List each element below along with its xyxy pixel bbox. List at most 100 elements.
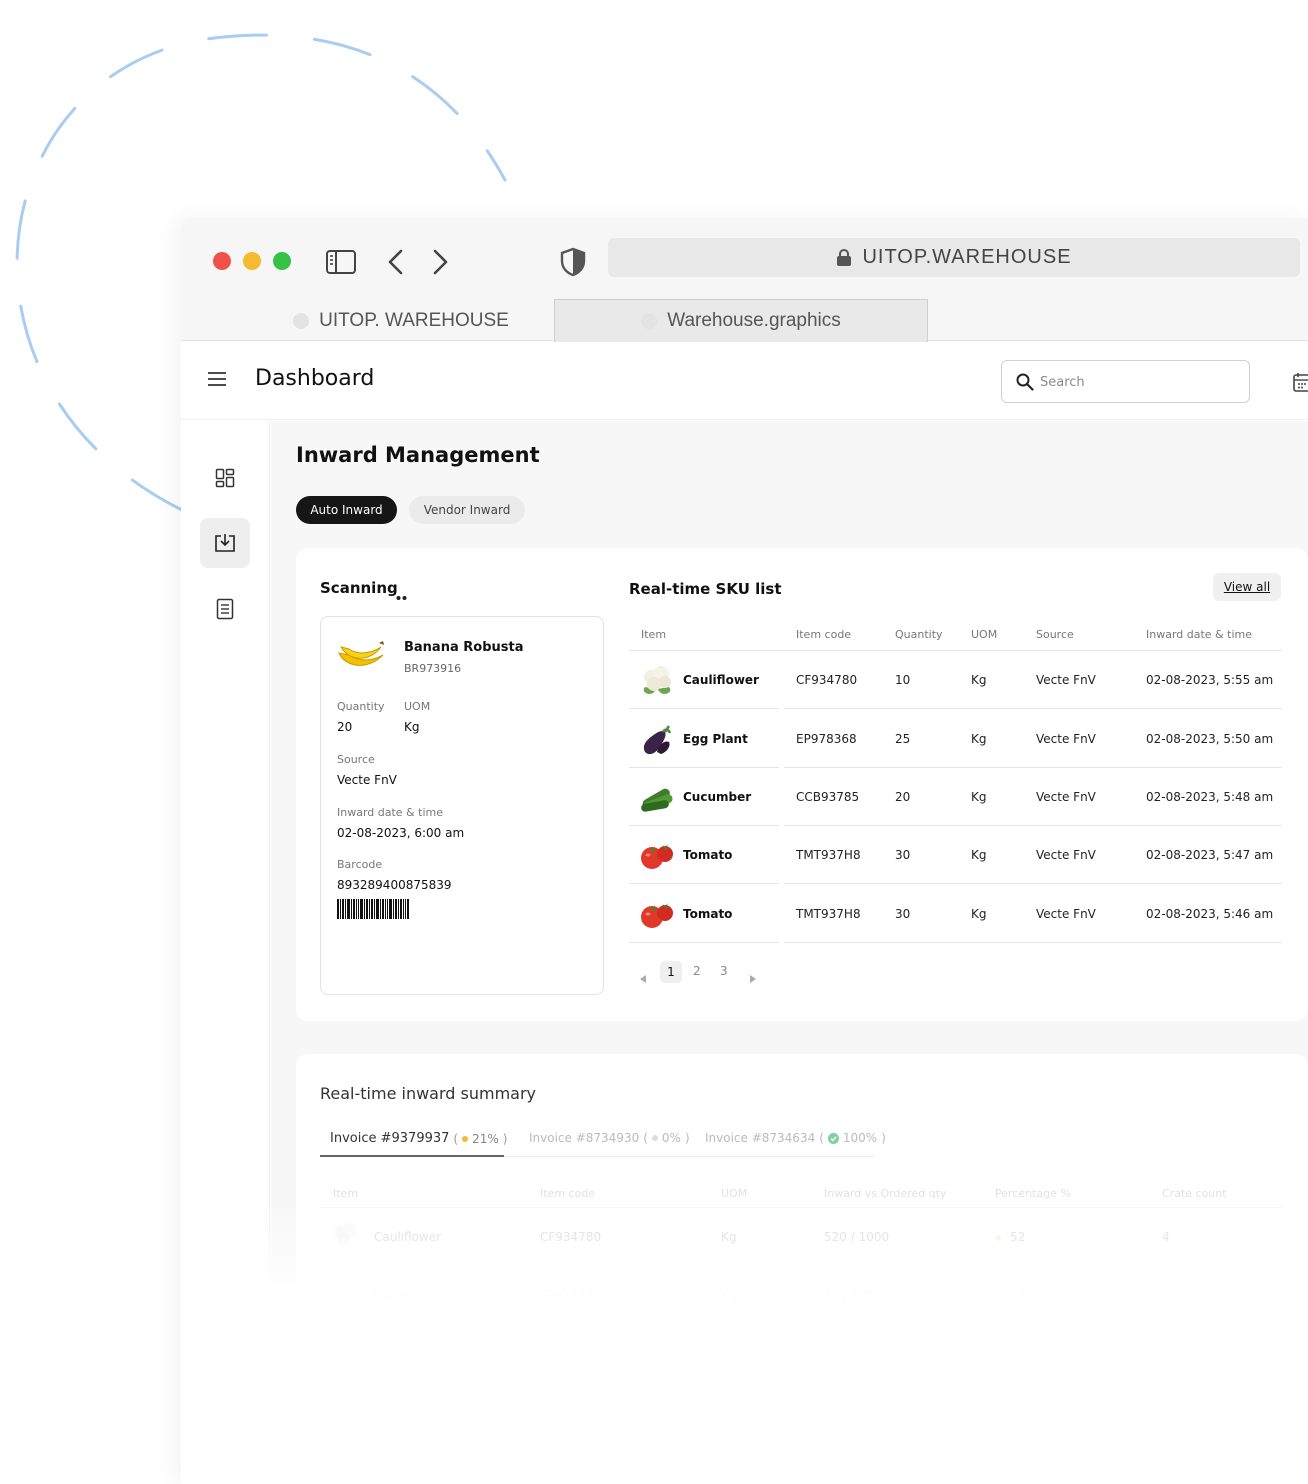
column-header-uom: UOM xyxy=(721,1187,748,1200)
back-arrow-icon[interactable] xyxy=(381,246,413,278)
address-bar[interactable]: UITOP.WAREHOUSE xyxy=(608,238,1300,277)
inward-datetime-label: Inward date & time xyxy=(337,806,443,819)
scanned-item-name: Banana Robusta xyxy=(404,640,524,655)
row-divider xyxy=(784,883,1282,884)
tab-auto-inward[interactable]: Auto Inward xyxy=(296,496,397,524)
table-row[interactable]: Cauliflower CF934780 Kg 520 / 1000 52 4 xyxy=(320,1208,1284,1266)
table-row[interactable]: Tomato TMT937H8 30 Kg Vecte FnV 02-08-20… xyxy=(629,885,1282,943)
view-all-button[interactable]: View all xyxy=(1213,573,1281,601)
sku-inward-datetime: 02-08-2023, 5:46 am xyxy=(1146,907,1274,921)
page: UITOP.WAREHOUSE UITOP. WAREHOUSE Warehou… xyxy=(0,0,1308,1484)
pagination-page-1[interactable]: 1 xyxy=(660,961,682,983)
sku-quantity: 30 xyxy=(895,848,911,862)
sku-item-code: CF934780 xyxy=(796,673,858,687)
table-row[interactable]: Cucumber CCB93785 20 Kg Vecte FnV 02-08-… xyxy=(629,768,1282,826)
sku-inward-datetime: 02-08-2023, 5:55 am xyxy=(1146,673,1274,687)
forward-arrow-icon[interactable] xyxy=(423,246,455,278)
sku-source: Vecte FnV xyxy=(1036,732,1096,746)
summary-crate-count: 4 xyxy=(1162,1230,1170,1244)
browser-titlebar: UITOP.WAREHOUSE UITOP. WAREHOUSE Warehou… xyxy=(181,218,1308,342)
status-dot-icon xyxy=(651,1135,658,1141)
status-dot-icon xyxy=(995,1235,1001,1241)
summary-item-name: Egg Plant xyxy=(374,1288,431,1302)
row-divider xyxy=(629,708,779,709)
tab-favicon-icon xyxy=(641,313,658,329)
summary-uom: Kg xyxy=(721,1288,737,1302)
tab-divider xyxy=(504,1156,874,1157)
invoice-tab-paren: ( xyxy=(453,1131,459,1146)
grid-dashboard-icon xyxy=(215,468,235,488)
browser-tab-uitop[interactable]: UITOP. WAREHOUSE xyxy=(251,299,551,342)
banana-icon xyxy=(338,641,384,666)
cucumber-icon xyxy=(641,788,673,812)
row-divider xyxy=(629,883,779,884)
sku-item-name: Egg Plant xyxy=(683,732,748,746)
sku-inward-datetime: 02-08-2023, 5:48 am xyxy=(1146,790,1274,804)
search-box[interactable] xyxy=(1001,360,1250,403)
pagination-page-2[interactable]: 2 xyxy=(693,964,701,978)
sidebar-item-reports[interactable] xyxy=(200,584,250,634)
cauliflower-icon xyxy=(334,1222,357,1245)
invoice-tab-paren: ( xyxy=(819,1131,824,1145)
sku-item-name: Tomato xyxy=(683,907,733,921)
shield-icon[interactable] xyxy=(557,246,589,278)
lock-icon xyxy=(837,248,852,266)
invoice-tab-2[interactable]: Invoice #8734930 ( 0% ) xyxy=(529,1131,690,1145)
uom-label: UOM xyxy=(404,700,431,713)
column-header-uom: UOM xyxy=(971,628,998,641)
table-row[interactable]: Tomato TMT937H8 30 Kg Vecte FnV 02-08-20… xyxy=(629,826,1282,884)
table-row[interactable]: Egg Plant EP978368 Kg 25 / 1000 2.5 1 xyxy=(320,1266,1284,1324)
invoice-tab-label: Invoice #8734634 xyxy=(705,1131,816,1145)
search-input[interactable] xyxy=(1040,370,1240,394)
pagination-next-icon[interactable] xyxy=(750,975,756,983)
table-row[interactable]: Egg Plant EP978368 25 Kg Vecte FnV 02-08… xyxy=(629,710,1282,768)
sidebar-item-dashboard[interactable] xyxy=(200,453,250,503)
invoice-tab-percent: 100% xyxy=(842,1131,878,1145)
invoice-tab-1[interactable]: Invoice #9379937 ( 21% ) xyxy=(330,1131,507,1146)
row-divider xyxy=(784,942,1282,943)
column-header-inward-vs-ordered: Inward vs Ordered qty xyxy=(824,1187,947,1200)
sku-item-name: Cauliflower xyxy=(683,673,759,687)
page-title: Dashboard xyxy=(255,366,375,391)
sku-item-name: Tomato xyxy=(683,848,733,862)
quantity-value: 20 xyxy=(337,720,353,734)
tomato-icon xyxy=(641,844,673,869)
quantity-label: Quantity xyxy=(337,700,385,713)
summary-item-name: Cauliflower xyxy=(374,1230,442,1244)
invoice-tab-3[interactable]: Invoice #8734634 ( 100% ) xyxy=(705,1131,886,1145)
barcode-image xyxy=(337,899,409,919)
pagination-prev-icon[interactable] xyxy=(640,975,646,983)
hamburger-menu-icon[interactable] xyxy=(207,371,227,387)
invoice-tab-paren: ) xyxy=(881,1131,886,1145)
table-row[interactable]: Cauliflower CF934780 10 Kg Vecte FnV 02-… xyxy=(629,651,1282,709)
pagination-page-3[interactable]: 3 xyxy=(720,964,728,978)
sidebar xyxy=(181,421,270,1484)
sku-source: Vecte FnV xyxy=(1036,907,1096,921)
column-header-crate-count: Crate count xyxy=(1162,1187,1227,1200)
scanning-sku-card: Scanning Banana Robusta BR973916 Quantit… xyxy=(296,548,1308,1021)
main-content: Inward Management Auto Inward Vendor Inw… xyxy=(271,421,1308,1484)
tab-vendor-inward[interactable]: Vendor Inward xyxy=(409,496,525,524)
invoice-tab-paren: ) xyxy=(502,1131,508,1146)
minimize-window-button[interactable] xyxy=(243,252,261,270)
sku-quantity: 10 xyxy=(895,673,911,687)
sku-item-code: TMT937H8 xyxy=(796,848,861,862)
calendar-icon[interactable] xyxy=(1293,372,1308,392)
document-report-icon xyxy=(216,598,234,620)
sku-source: Vecte FnV xyxy=(1036,848,1096,862)
close-window-button[interactable] xyxy=(213,252,231,270)
source-label: Source xyxy=(337,753,375,766)
invoice-tab-percent: 0% xyxy=(661,1131,681,1145)
maximize-window-button[interactable] xyxy=(273,252,291,270)
sku-uom: Kg xyxy=(971,790,987,804)
inward-download-icon xyxy=(215,534,235,552)
summary-qty: 25 / 1000 xyxy=(824,1288,882,1302)
sidebar-toggle-icon[interactable] xyxy=(325,246,357,278)
eggplant-icon xyxy=(334,1285,354,1307)
sku-quantity: 20 xyxy=(895,790,911,804)
barcode-label: Barcode xyxy=(337,858,383,871)
summary-percentage: 52 xyxy=(1010,1230,1026,1244)
browser-tab-warehouse-graphics[interactable]: Warehouse.graphics xyxy=(554,299,928,342)
sku-item-code: TMT937H8 xyxy=(796,907,861,921)
sidebar-item-inward[interactable] xyxy=(200,518,250,568)
